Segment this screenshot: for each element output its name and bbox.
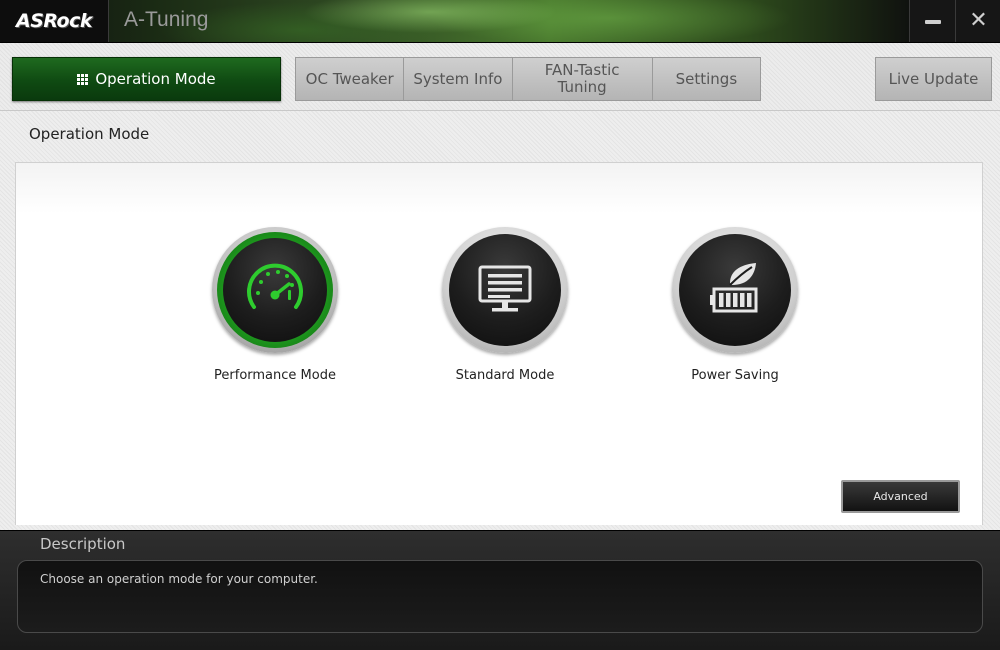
minimize-icon (924, 20, 941, 24)
description-box (17, 560, 983, 633)
minimize-button[interactable] (909, 0, 955, 42)
performance-mode-button[interactable] (212, 227, 338, 353)
power-saving-label: Power Saving (691, 368, 779, 383)
live-update-button[interactable]: Live Update (875, 57, 992, 101)
speedometer-icon (247, 263, 303, 309)
tab-settings[interactable]: Settings (653, 58, 760, 100)
standard-mode-option[interactable]: Standard Mode (405, 227, 605, 387)
selected-ring (217, 232, 333, 348)
power-saving-option[interactable]: Power Saving (635, 227, 835, 387)
tab-oc-tweaker[interactable]: OC Tweaker (296, 58, 405, 100)
tab-bar: Operation Mode OC Tweaker System Info FA… (0, 43, 1000, 111)
close-icon: ✕ (969, 8, 988, 33)
logo-text: ASRock (15, 10, 93, 32)
tab-fan-tastic-tuning[interactable]: FAN-Tastic Tuning (513, 58, 653, 100)
performance-mode-option[interactable]: Performance Mode (175, 227, 375, 387)
page-title: Operation Mode (29, 125, 150, 143)
monitor-icon (478, 265, 532, 312)
close-button[interactable]: ✕ (955, 0, 1000, 42)
description-text: Choose an operation mode for your comput… (40, 572, 318, 586)
tab-system-info[interactable]: System Info (404, 58, 513, 100)
app-title: A-Tuning (124, 8, 209, 31)
tab-label: Operation Mode (95, 70, 216, 88)
tab-group: OC Tweaker System Info FAN-Tastic Tuning… (295, 57, 761, 101)
standard-mode-label: Standard Mode (455, 368, 555, 383)
advanced-button[interactable]: Advanced (841, 480, 960, 513)
performance-mode-label: Performance Mode (214, 368, 336, 383)
logo: ASRock (0, 0, 109, 42)
tab-operation-mode[interactable]: Operation Mode (12, 57, 281, 101)
title-bar: ASRock A-Tuning ✕ (0, 0, 1000, 43)
grid-icon (77, 73, 89, 85)
standard-mode-button[interactable] (442, 227, 568, 353)
power-saving-button[interactable] (672, 227, 798, 353)
leaf-battery-icon (710, 263, 758, 313)
description-title: Description (40, 535, 126, 553)
